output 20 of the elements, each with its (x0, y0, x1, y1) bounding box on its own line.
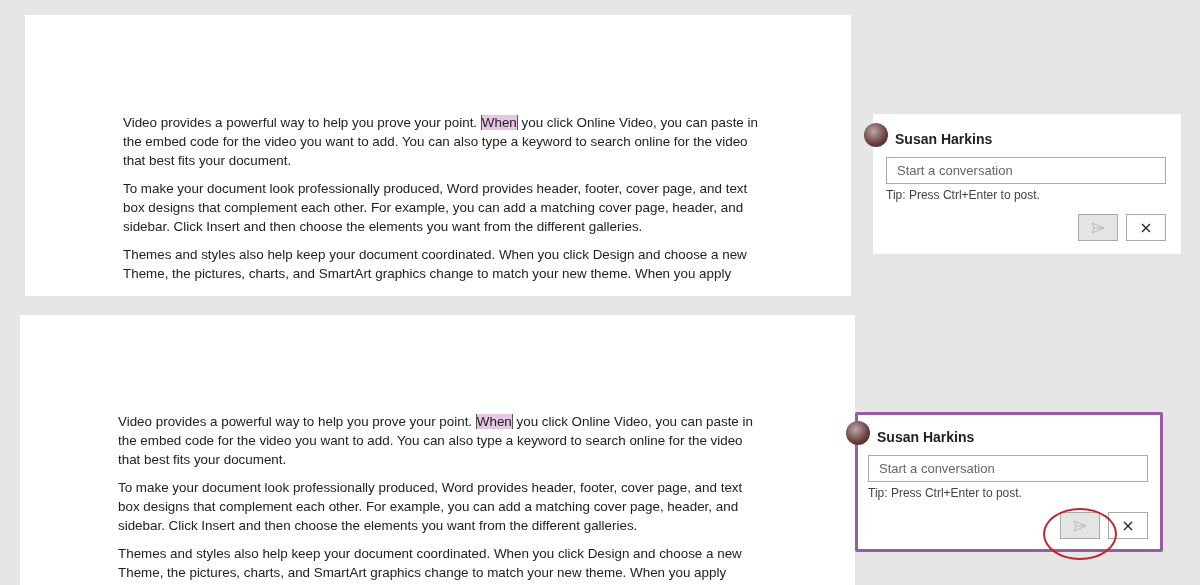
avatar-icon (846, 421, 870, 445)
send-icon (1091, 221, 1105, 234)
close-icon (1123, 520, 1133, 531)
paragraph: Video provides a powerful way to help you prove your point. When you click Online Video, you can paste in the embed code for the video you want to add. You can also type a keyword to search online for the video that best fits your document. (118, 413, 754, 469)
comment-input-field[interactable]: Start a conversation (886, 157, 1166, 184)
close-button[interactable] (1126, 214, 1166, 241)
paragraph: Video provides a powerful way to help you prove your point. When you click Online Video, you can paste in the embed code for the video you want to add. You can also type a keyword to search online for the video that best fits your document. (123, 114, 759, 170)
paragraph: Themes and styles also help keep your document coordinated. When you click Design and choose a new Theme, the pictures, charts, and SmartArt graphics change to match your new theme. When you apply (123, 246, 748, 283)
tip-text: Tip: Press Ctrl+Enter to post. (868, 486, 1023, 500)
paragraph: To make your document look professionally produced, Word provides header, footer, cover page, and text box designs that complement each other. For example, you can add a matching cover page, header, and sidebar. Click Insert and then choose the elements you want from the different galleries. (118, 479, 744, 535)
send-icon (1073, 519, 1087, 532)
avatar-icon (864, 123, 888, 147)
comment-input-field[interactable]: Start a conversation (868, 455, 1148, 482)
author-name: Susan Harkins (877, 429, 975, 445)
paragraph: Themes and styles also help keep your document coordinated. When you click Design and choose a new Theme, the pictures, charts, and SmartArt graphics change to match your new theme. When you apply (118, 545, 743, 582)
author-name: Susan Harkins (895, 131, 993, 147)
close-button[interactable] (1108, 512, 1148, 539)
paragraph: To make your document look professionally produced, Word provides header, footer, cover page, and text box designs that complement each other. For example, you can add a matching cover page, header, and sidebar. Click Insert and then choose the elements you want from the different galleries. (123, 180, 749, 236)
tip-text: Tip: Press Ctrl+Enter to post. (886, 188, 1041, 202)
close-icon (1141, 222, 1151, 233)
